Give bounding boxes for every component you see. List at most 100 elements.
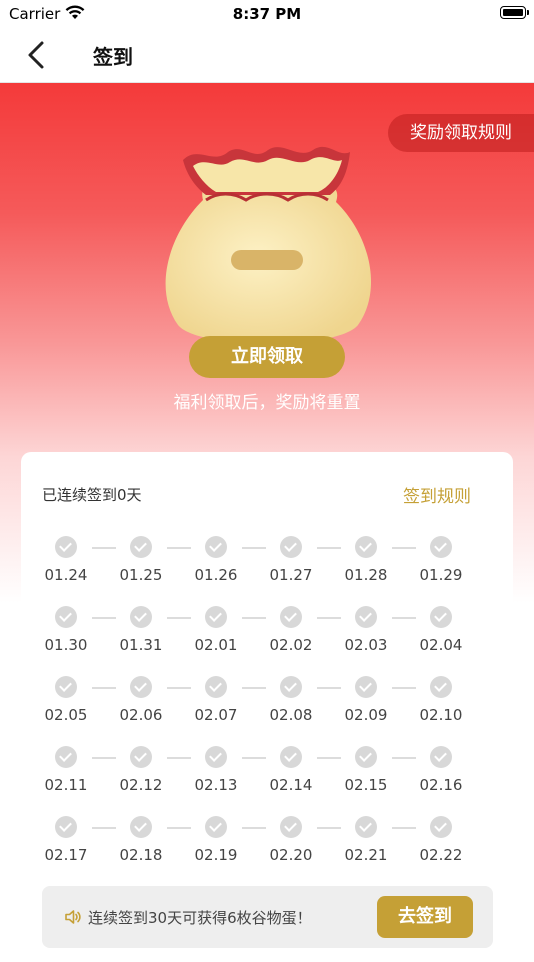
check-circle-icon <box>55 536 77 558</box>
day-date: 02.21 <box>344 846 388 864</box>
day-date: 02.09 <box>344 706 388 724</box>
check-circle-icon <box>280 536 302 558</box>
calendar-day: 02.08 <box>261 676 321 724</box>
checkin-rules-link[interactable]: 签到规则 <box>403 482 471 507</box>
calendar-day: 02.03 <box>336 606 396 654</box>
calendar-row: 02.11 02.12 02.13 02.14 02.15 02.16 <box>21 746 513 816</box>
sign-in-button[interactable]: 去签到 <box>377 896 473 938</box>
day-date: 02.02 <box>269 636 313 654</box>
check-circle-icon <box>430 746 452 768</box>
check-circle-icon <box>205 676 227 698</box>
calendar-day: 02.09 <box>336 676 396 724</box>
calendar-row: 01.24 01.25 01.26 01.27 01.28 01.29 <box>21 536 513 606</box>
calendar-day: 02.06 <box>111 676 171 724</box>
chevron-left-icon[interactable] <box>22 40 50 70</box>
day-date: 02.03 <box>344 636 388 654</box>
day-date: 02.10 <box>419 706 463 724</box>
day-date: 02.06 <box>119 706 163 724</box>
calendar-day: 02.18 <box>111 816 171 864</box>
calendar-day: 02.15 <box>336 746 396 794</box>
reward-banner: 连续签到30天可获得6枚谷物蛋！ 去签到 <box>42 886 493 948</box>
battery-icon <box>500 6 529 19</box>
check-circle-icon <box>430 816 452 838</box>
day-date: 02.05 <box>44 706 88 724</box>
calendar-day: 02.04 <box>411 606 471 654</box>
day-date: 02.16 <box>419 776 463 794</box>
calendar-day: 02.02 <box>261 606 321 654</box>
day-date: 02.18 <box>119 846 163 864</box>
calendar-row: 02.05 02.06 02.07 02.08 02.09 02.10 <box>21 676 513 746</box>
calendar-day: 02.16 <box>411 746 471 794</box>
money-bag-icon <box>158 140 378 355</box>
calendar-day: 02.11 <box>36 746 96 794</box>
day-date: 01.25 <box>119 566 163 584</box>
calendar-day: 01.26 <box>186 536 246 584</box>
day-date: 02.20 <box>269 846 313 864</box>
check-circle-icon <box>205 606 227 628</box>
calendar-day: 01.28 <box>336 536 396 584</box>
clock: 8:37 PM <box>232 5 302 23</box>
check-circle-icon <box>55 606 77 628</box>
streak-count: 已连续签到0天 <box>42 486 142 504</box>
check-circle-icon <box>130 676 152 698</box>
check-circle-icon <box>355 746 377 768</box>
nav-bar: 签到 <box>0 28 534 83</box>
day-date: 02.19 <box>194 846 238 864</box>
day-date: 01.31 <box>119 636 163 654</box>
check-circle-icon <box>205 816 227 838</box>
calendar-day: 02.07 <box>186 676 246 724</box>
day-date: 02.22 <box>419 846 463 864</box>
check-circle-icon <box>280 746 302 768</box>
check-circle-icon <box>280 676 302 698</box>
check-circle-icon <box>355 606 377 628</box>
day-date: 01.27 <box>269 566 313 584</box>
calendar-day: 02.19 <box>186 816 246 864</box>
calendar-row: 02.17 02.18 02.19 02.20 02.21 02.22 <box>21 816 513 886</box>
calendar-day: 01.27 <box>261 536 321 584</box>
calendar-day: 01.24 <box>36 536 96 584</box>
check-circle-icon <box>130 606 152 628</box>
check-circle-icon <box>280 606 302 628</box>
check-circle-icon <box>55 676 77 698</box>
day-date: 02.12 <box>119 776 163 794</box>
day-date: 01.26 <box>194 566 238 584</box>
calendar-day: 02.21 <box>336 816 396 864</box>
check-circle-icon <box>430 606 452 628</box>
check-circle-icon <box>130 746 152 768</box>
check-circle-icon <box>130 536 152 558</box>
page-title: 签到 <box>93 45 133 69</box>
check-circle-icon <box>205 536 227 558</box>
calendar-day: 02.20 <box>261 816 321 864</box>
calendar-day: 02.13 <box>186 746 246 794</box>
day-date: 02.15 <box>344 776 388 794</box>
check-circle-icon <box>205 746 227 768</box>
check-circle-icon <box>355 816 377 838</box>
calendar-day: 01.31 <box>111 606 171 654</box>
day-date: 01.29 <box>419 566 463 584</box>
calendar-day: 02.05 <box>36 676 96 724</box>
reward-rules-button[interactable]: 奖励领取规则 <box>388 114 534 152</box>
calendar-day: 02.22 <box>411 816 471 864</box>
checkin-calendar: 01.24 01.25 01.26 01.27 01.28 01.29 01.30 01.31… <box>21 536 513 886</box>
checkin-card: 已连续签到0天 签到规则 01.24 01.25 01.26 01.27 01.28 01… <box>21 452 513 962</box>
claim-now-button[interactable]: 立即领取 <box>189 336 345 378</box>
check-circle-icon <box>355 536 377 558</box>
day-date: 02.04 <box>419 636 463 654</box>
check-circle-icon <box>430 536 452 558</box>
calendar-day: 01.29 <box>411 536 471 584</box>
calendar-day: 02.14 <box>261 746 321 794</box>
day-date: 02.13 <box>194 776 238 794</box>
day-date: 02.17 <box>44 846 88 864</box>
day-date: 02.11 <box>44 776 88 794</box>
status-bar: Carrier 8:37 PM <box>0 0 534 28</box>
calendar-day: 02.10 <box>411 676 471 724</box>
reset-hint: 福利领取后，奖励将重置 <box>173 393 361 413</box>
calendar-day: 02.17 <box>36 816 96 864</box>
speaker-icon <box>64 908 82 926</box>
day-date: 01.24 <box>44 566 88 584</box>
day-date: 02.07 <box>194 706 238 724</box>
day-date: 02.08 <box>269 706 313 724</box>
day-date: 02.14 <box>269 776 313 794</box>
check-circle-icon <box>355 676 377 698</box>
calendar-row: 01.30 01.31 02.01 02.02 02.03 02.04 <box>21 606 513 676</box>
